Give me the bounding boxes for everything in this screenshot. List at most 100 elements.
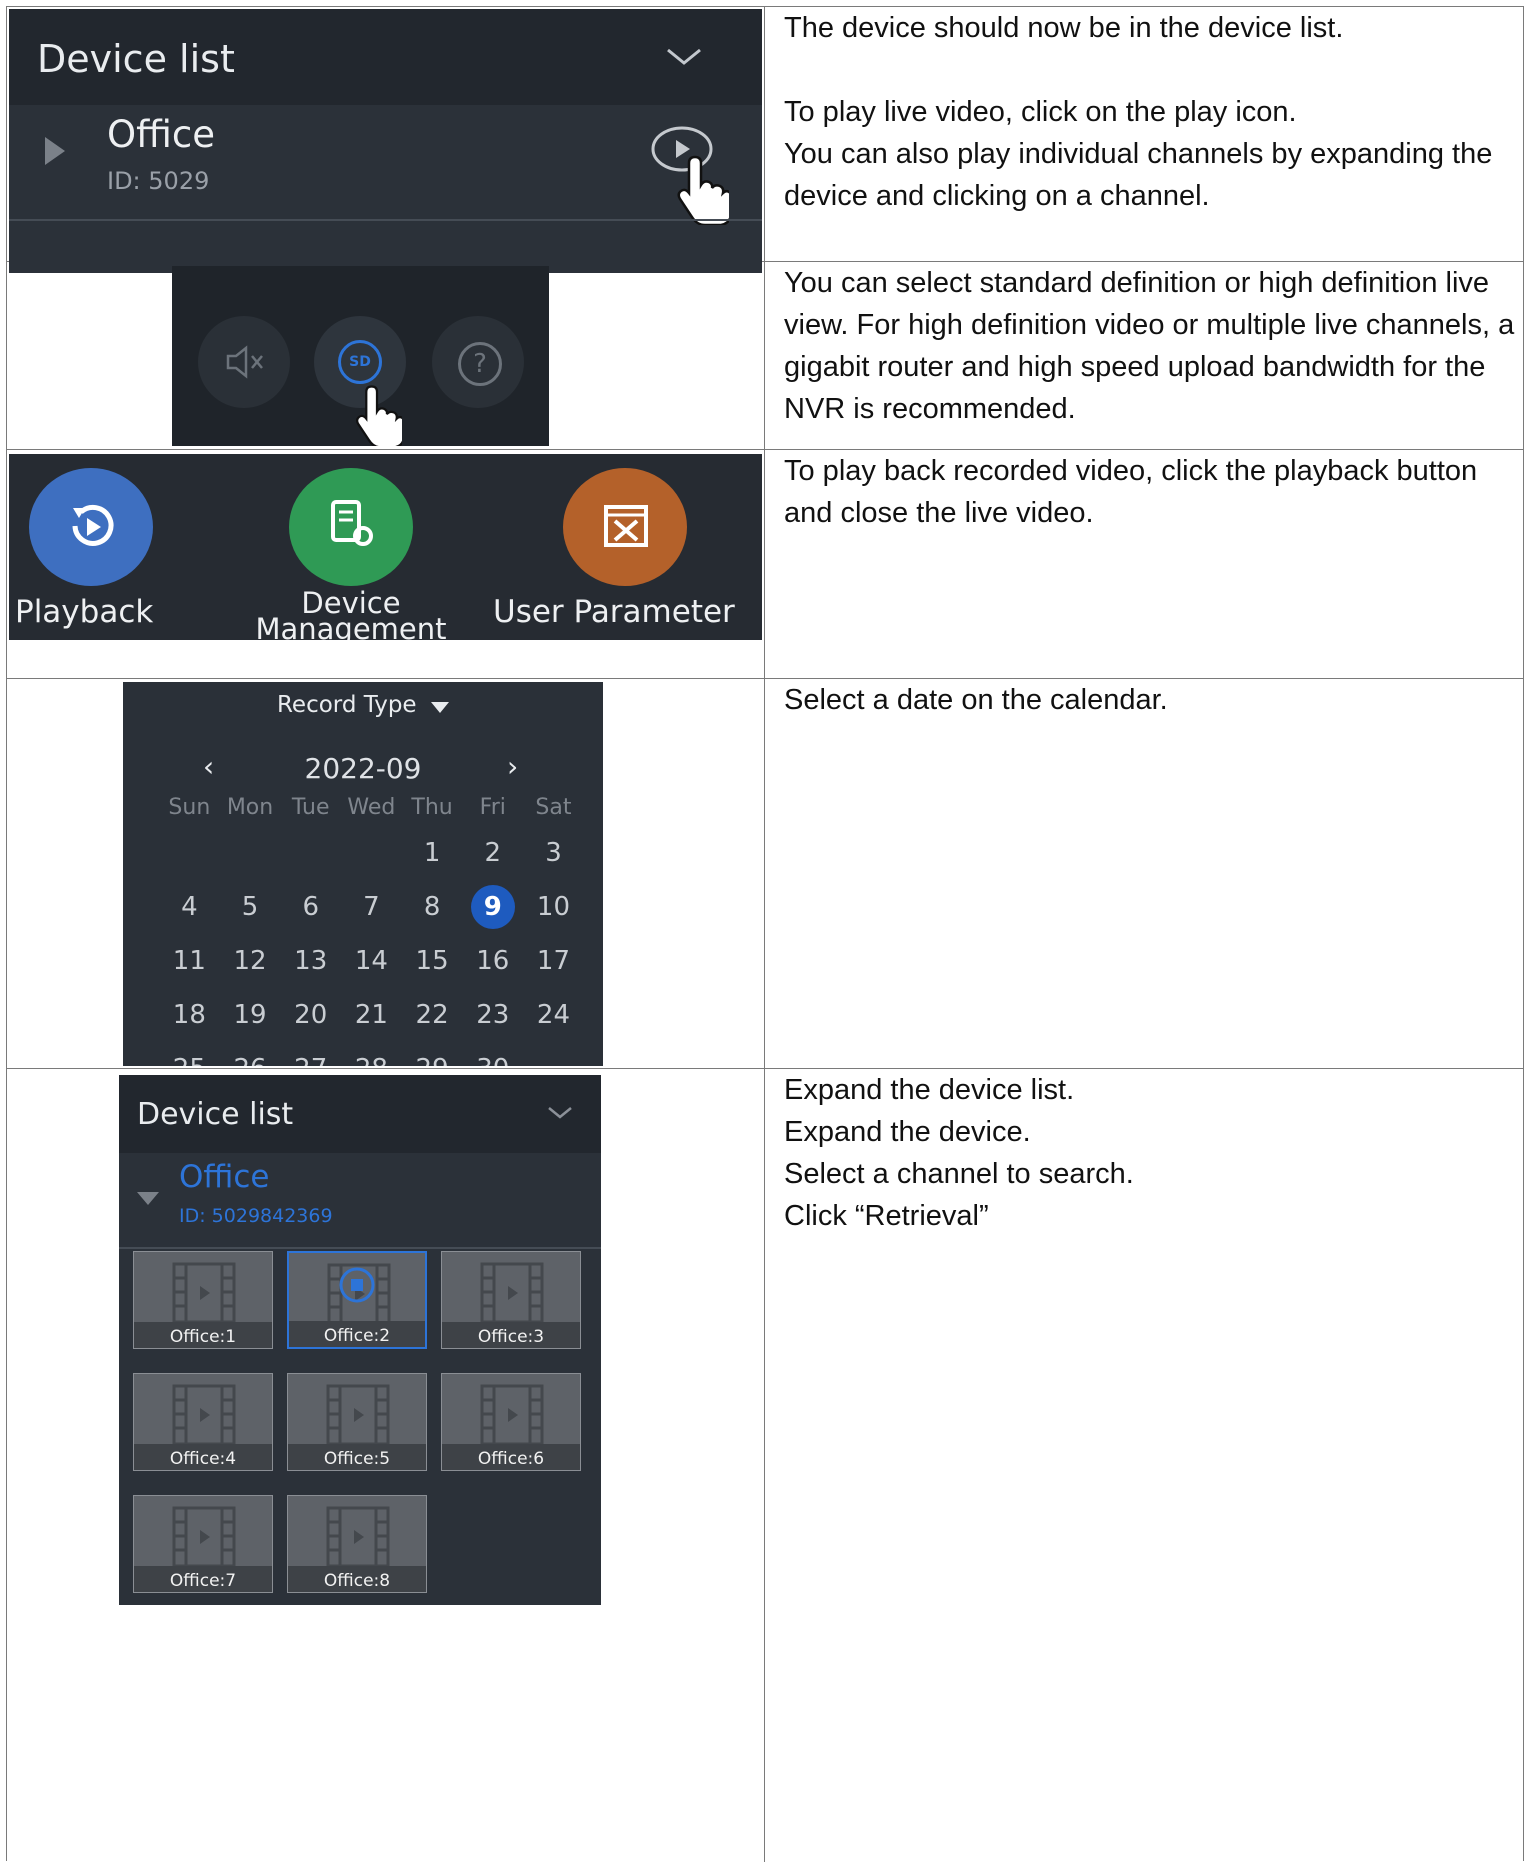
user-parameter-button[interactable]: User Parameter [489, 454, 762, 640]
caret-down-icon [431, 702, 450, 714]
instruction-text: You can select standard definition or hi… [784, 267, 1515, 425]
weekday-label: Thu [411, 795, 453, 820]
calendar-day[interactable]: 24 [523, 988, 584, 1042]
calendar-week: 11 12 13 14 15 16 17 [159, 934, 584, 988]
calendar-week: 123 [159, 826, 584, 880]
chevron-down-icon[interactable] [547, 1105, 573, 1121]
calendar-day[interactable]: 30 [462, 1042, 523, 1066]
device-list-title: Device list [37, 37, 235, 81]
weekday-label: Sat [535, 795, 572, 820]
column-divider [764, 679, 765, 1068]
calendar-week: 18 19 20 21 22 23 24 [159, 988, 584, 1042]
calendar-day[interactable]: 27 [280, 1042, 341, 1066]
row3-instructions: To play back recorded video, click the p… [784, 450, 1517, 534]
mute-icon [226, 345, 263, 379]
device-management-button[interactable]: Device Management [241, 454, 481, 640]
calendar-day[interactable]: 3 [523, 826, 584, 880]
film-icon [480, 1384, 544, 1446]
channel-tile[interactable]: Office:3 [441, 1251, 581, 1349]
calendar-day[interactable]: 2 [462, 826, 523, 880]
channel-tile[interactable]: Office:7 [133, 1495, 273, 1593]
channel-tile[interactable]: Office:8 [287, 1495, 427, 1593]
device-row[interactable]: Office ID: 5029842369 [119, 1153, 601, 1249]
channel-panel: Device list Office ID: 5029842369 Office… [119, 1075, 601, 1605]
channel-label: Office:1 [169, 1327, 237, 1347]
weekday-label: Sun [168, 795, 211, 820]
weekday-label: Mon [226, 795, 274, 820]
help-button[interactable]: ? [432, 316, 524, 408]
calendar-day[interactable]: 6 [280, 880, 341, 934]
calendar-day[interactable]: 5 [220, 880, 281, 934]
channel-label: Office:2 [323, 1326, 391, 1346]
calendar-day[interactable]: 17 [523, 934, 584, 988]
calendar-day[interactable]: 12 [220, 934, 281, 988]
device-id: ID: 5029 [107, 167, 210, 195]
channel-tile[interactable]: Office:4 [133, 1373, 273, 1471]
calendar-day[interactable]: 9 [462, 880, 523, 934]
calendar-day[interactable]: 14 [341, 934, 402, 988]
channel-tile[interactable]: Office:5 [287, 1373, 427, 1471]
calendar-day[interactable]: 13 [280, 934, 341, 988]
device-management-label-line2: Management [255, 612, 447, 640]
channel-tile[interactable]: Office:6 [441, 1373, 581, 1471]
calendar-day[interactable]: 21 [341, 988, 402, 1042]
channel-tile[interactable]: Office:1 [133, 1251, 273, 1349]
collapse-arrow-icon[interactable] [135, 1189, 161, 1207]
calendar-day[interactable]: 4 [159, 880, 220, 934]
column-divider [764, 1069, 765, 1862]
calendar-day[interactable]: 28 [341, 1042, 402, 1066]
record-type-dropdown[interactable]: Record Type [123, 692, 603, 718]
hand-cursor-icon [356, 385, 402, 446]
calendar-day[interactable]: 8 [402, 880, 463, 934]
weekday-label: Tue [291, 795, 330, 820]
device-name: Office [179, 1159, 270, 1195]
calendar-panel: Record Type ‹ 2022-09 › Sun Mon Tue Wed Thu F… [123, 682, 603, 1066]
divider [119, 1247, 601, 1249]
film-icon [172, 1506, 236, 1568]
calendar-day[interactable]: 15 [402, 934, 463, 988]
calendar-day[interactable]: 22 [402, 988, 463, 1042]
calendar-day[interactable]: 20 [280, 988, 341, 1042]
calendar-day[interactable]: 25 [159, 1042, 220, 1066]
weekday-label: Wed [347, 795, 396, 820]
channel-label: Office:4 [169, 1449, 237, 1469]
device-list-header[interactable]: Device list [9, 9, 762, 105]
next-month-icon[interactable]: › [507, 750, 518, 783]
weekday-label: Fri [479, 795, 506, 820]
sd-icon: SD [338, 340, 382, 384]
calendar-day[interactable]: 18 [159, 988, 220, 1042]
instruction-text: To play back recorded video, click the p… [784, 455, 1478, 529]
function-menu-panel: Playback Device Management User Paramete… [9, 454, 762, 640]
film-icon [480, 1262, 544, 1324]
channel-label: Office:7 [169, 1571, 237, 1591]
device-row[interactable]: Office ID: 5029 [9, 105, 762, 273]
film-icon [326, 1506, 390, 1568]
selected-day[interactable]: 9 [470, 885, 515, 929]
calendar-day[interactable]: 26 [220, 1042, 281, 1066]
device-management-icon [289, 468, 413, 586]
instruction-text: Select a date on the calendar. [784, 684, 1168, 716]
calendar-day[interactable]: 1 [402, 826, 463, 880]
device-id: ID: 5029842369 [179, 1205, 333, 1227]
calendar-day[interactable]: 7 [341, 880, 402, 934]
device-list-header[interactable]: Device list [119, 1075, 601, 1153]
chevron-down-icon[interactable] [666, 47, 702, 67]
mute-button[interactable] [198, 316, 290, 408]
help-icon: ? [458, 342, 502, 386]
calendar-day[interactable]: 29 [402, 1042, 463, 1066]
playback-button[interactable]: Playback [9, 454, 169, 640]
stop-icon [337, 1265, 377, 1305]
calendar-day[interactable]: 19 [220, 988, 281, 1042]
calendar-empty-cell [341, 826, 402, 880]
channel-label: Office:8 [323, 1571, 391, 1591]
calendar-grid: 1234567891011121314151617181920212223242… [159, 826, 584, 1066]
channel-tile[interactable]: Office:2 [287, 1251, 427, 1349]
expand-arrow-icon[interactable] [43, 135, 67, 167]
row5-instructions: Expand the device list. Expand the device… [784, 1069, 1517, 1237]
calendar-day[interactable]: 23 [462, 988, 523, 1042]
channel-label: Office:6 [477, 1449, 545, 1469]
calendar-day[interactable]: 10 [523, 880, 584, 934]
channel-label: Office:3 [477, 1327, 545, 1347]
calendar-day[interactable]: 16 [462, 934, 523, 988]
calendar-day[interactable]: 11 [159, 934, 220, 988]
